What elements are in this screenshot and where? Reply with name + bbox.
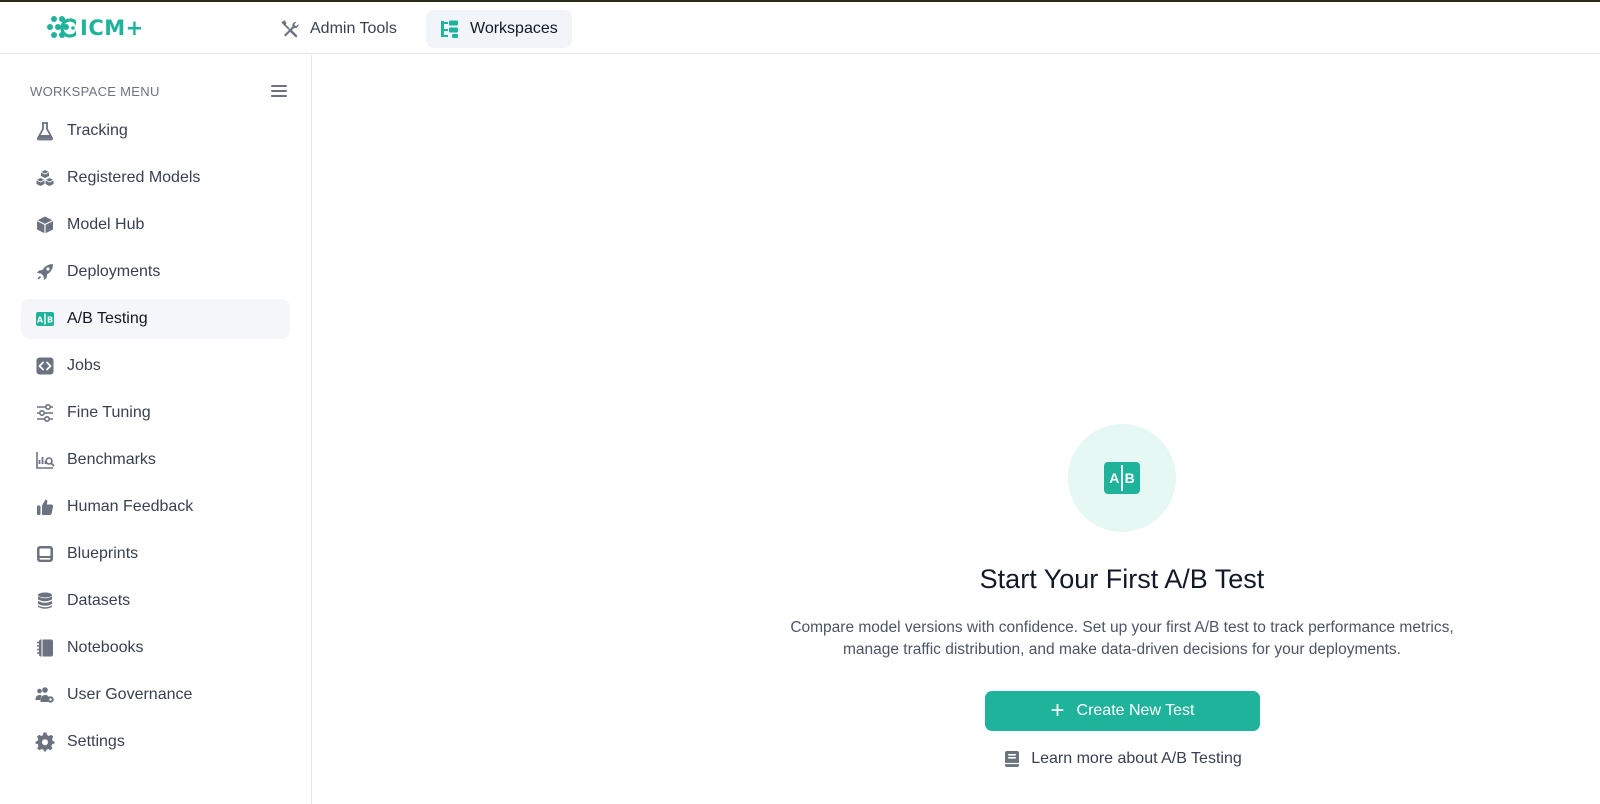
create-new-test-button[interactable]: + Create New Test xyxy=(985,691,1260,731)
thumbs-up-icon xyxy=(35,497,55,517)
flask-icon xyxy=(35,121,55,141)
sidebar-item-label: Fine Tuning xyxy=(67,404,151,421)
ab-testing-icon: AB xyxy=(35,309,55,329)
sidebar-item-fine-tuning[interactable]: Fine Tuning xyxy=(21,393,290,433)
tab-workspaces-label: Workspaces xyxy=(470,20,558,37)
tools-icon xyxy=(281,20,299,38)
sidebar-item-notebooks[interactable]: Notebooks xyxy=(21,628,290,668)
sidebar-item-label: A/B Testing xyxy=(67,310,148,327)
hamburger-menu-icon[interactable] xyxy=(270,83,288,99)
empty-state-description-line-1: Compare model versions with confidence. … xyxy=(790,619,1454,636)
notebook-icon xyxy=(35,638,55,658)
ab-badge-left: A xyxy=(1109,470,1120,486)
tab-admin-tools-label: Admin Tools xyxy=(310,20,397,37)
sidebar-item-label: Deployments xyxy=(67,263,161,280)
empty-state-description: Compare model versions with confidence. … xyxy=(713,617,1531,661)
create-new-test-label: Create New Test xyxy=(1076,702,1195,719)
workspace-menu: Tracking Registered Models Model Hub Dep… xyxy=(21,111,290,769)
learn-more-label: Learn more about A/B Testing xyxy=(1031,750,1242,767)
sidebar-item-label: Tracking xyxy=(67,122,128,139)
empty-state-description-line-2: manage traffic distribution, and make da… xyxy=(842,641,1401,658)
sidebar-item-registered-models[interactable]: Registered Models xyxy=(21,158,290,198)
sidebar-item-model-hub[interactable]: Model Hub xyxy=(21,205,290,245)
sidebar-item-label: Datasets xyxy=(67,592,131,609)
cubes-icon xyxy=(35,168,55,188)
sidebar-item-deployments[interactable]: Deployments xyxy=(21,252,290,292)
sidebar-item-label: Jobs xyxy=(67,357,101,374)
sidebar-item-label: Benchmarks xyxy=(67,451,156,468)
sidebar-item-user-governance[interactable]: User Governance xyxy=(21,675,290,715)
workspaces-icon xyxy=(441,20,458,38)
top-bar: ICM+ Admin Tools Workspaces xyxy=(0,2,1600,54)
sidebar-item-label: Blueprints xyxy=(67,545,139,562)
svg-text:A: A xyxy=(37,316,44,325)
rocket-icon xyxy=(35,262,55,282)
sidebar-title: WORKSPACE MENU xyxy=(30,83,160,99)
sidebar-item-jobs[interactable]: Jobs xyxy=(21,346,290,386)
book-icon xyxy=(1005,751,1020,767)
sidebar-item-human-feedback[interactable]: Human Feedback xyxy=(21,487,290,527)
ab-badge-right: B xyxy=(1124,470,1135,486)
sidebar-item-settings[interactable]: Settings xyxy=(21,722,290,762)
sidebar-item-label: Registered Models xyxy=(67,169,201,186)
code-icon xyxy=(35,356,55,376)
ab-testing-empty-state: A B Start Your First A/B Test Compare mo… xyxy=(313,55,1600,804)
tab-admin-tools[interactable]: Admin Tools xyxy=(266,10,411,48)
plus-icon: + xyxy=(1050,697,1065,724)
database-icon xyxy=(35,591,55,611)
ab-badge-divider xyxy=(1121,465,1123,491)
tab-workspaces[interactable]: Workspaces xyxy=(426,10,572,48)
logo-text: ICM+ xyxy=(80,16,144,40)
sidebar-item-label: Human Feedback xyxy=(67,498,194,515)
learn-more-link[interactable]: Learn more about A/B Testing xyxy=(996,747,1249,771)
empty-state-title: Start Your First A/B Test xyxy=(979,564,1265,594)
logo-mark-icon xyxy=(47,16,76,38)
chart-search-icon xyxy=(35,450,55,470)
sidebar-item-ab-testing[interactable]: AB A/B Testing xyxy=(21,299,290,339)
gear-icon xyxy=(35,732,55,752)
box-icon xyxy=(35,215,55,235)
svg-text:B: B xyxy=(47,316,53,325)
blueprint-icon xyxy=(35,544,55,564)
ab-testing-icon: A B xyxy=(1104,462,1140,494)
sidebar-item-benchmarks[interactable]: Benchmarks xyxy=(21,440,290,480)
sliders-icon xyxy=(35,403,55,423)
sidebar-item-label: Model Hub xyxy=(67,216,145,233)
sidebar-item-label: User Governance xyxy=(67,686,193,703)
sidebar-item-label: Settings xyxy=(67,733,125,750)
sidebar-item-blueprints[interactable]: Blueprints xyxy=(21,534,290,574)
sidebar-item-tracking[interactable]: Tracking xyxy=(21,111,290,151)
main-content: A B Start Your First A/B Test Compare mo… xyxy=(313,55,1600,804)
sidebar-item-label: Notebooks xyxy=(67,639,144,656)
app-logo[interactable]: ICM+ xyxy=(46,14,144,42)
sidebar-item-datasets[interactable]: Datasets xyxy=(21,581,290,621)
users-icon xyxy=(35,685,55,705)
sidebar-header: WORKSPACE MENU xyxy=(30,81,288,101)
workspace-sidebar: WORKSPACE MENU Tracking Registered Model… xyxy=(0,55,312,804)
ab-hero-illustration: A B xyxy=(1068,424,1176,532)
